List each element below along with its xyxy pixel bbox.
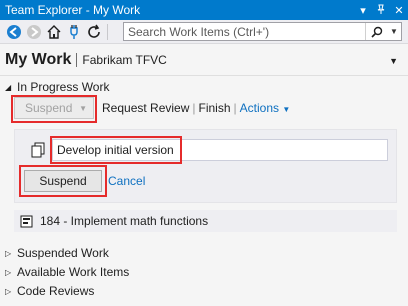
forward-icon[interactable] [24,22,44,42]
collapsed-triangle-icon: ▷ [5,248,12,258]
toolbar-divider [107,23,108,40]
toolbar: ▼ [0,20,408,44]
section-suspended-work[interactable]: ▷ Suspended Work [0,245,408,261]
title-bar: Team Explorer - My Work ▾ ✕ [0,0,408,20]
refresh-icon[interactable] [84,22,104,42]
collapsed-triangle-icon: ▷ [5,286,12,296]
action-divider: | [233,101,237,115]
highlight-box [19,165,107,197]
page-menu-chevron-icon[interactable]: ▼ [389,56,398,66]
chevron-down-icon: ▼ [282,105,291,114]
expanded-triangle-icon: ◢ [5,82,12,92]
search-icon[interactable] [365,23,387,40]
work-item-title: 184 - Implement math functions [40,214,209,228]
page-header: My Work Fabrikam TFVC ▼ [0,44,408,76]
highlight-box [11,95,97,123]
search-options-chevron-icon[interactable]: ▼ [387,23,401,40]
request-review-link[interactable]: Request Review [102,101,189,115]
section-label: Suspended Work [17,246,109,260]
actions-menu[interactable]: Actions ▼ [240,101,291,115]
search-input[interactable] [124,23,365,40]
search-box: ▼ [123,22,402,41]
chevron-down-icon[interactable]: ▾ [354,4,372,17]
section-label: In Progress Work [17,80,110,94]
section-code-reviews[interactable]: ▷ Code Reviews [0,283,408,299]
window-title: Team Explorer - My Work [5,3,141,17]
work-item-icon [20,214,34,228]
highlight-box [50,136,182,164]
section-label: Available Work Items [17,265,130,279]
connect-icon[interactable] [64,22,84,42]
cancel-link[interactable]: Cancel [108,174,145,188]
project-name: Fabrikam TFVC [82,52,167,67]
action-divider: | [192,101,196,115]
finish-link[interactable]: Finish [199,101,231,115]
actions-menu-label: Actions [239,101,279,115]
collapsed-triangle-icon: ▷ [5,267,12,277]
page-title-divider [76,52,78,67]
close-icon[interactable]: ✕ [390,4,408,17]
pin-icon[interactable] [372,4,390,17]
section-in-progress-work[interactable]: ◢ In Progress Work [0,79,408,95]
section-label: Code Reviews [17,284,95,298]
comment-icon [30,142,46,161]
home-icon[interactable] [44,22,64,42]
page-title: My Work [5,50,72,68]
back-icon[interactable] [4,22,24,42]
section-available-work-items[interactable]: ▷ Available Work Items [0,264,408,280]
work-item-row[interactable]: 184 - Implement math functions [14,210,397,232]
